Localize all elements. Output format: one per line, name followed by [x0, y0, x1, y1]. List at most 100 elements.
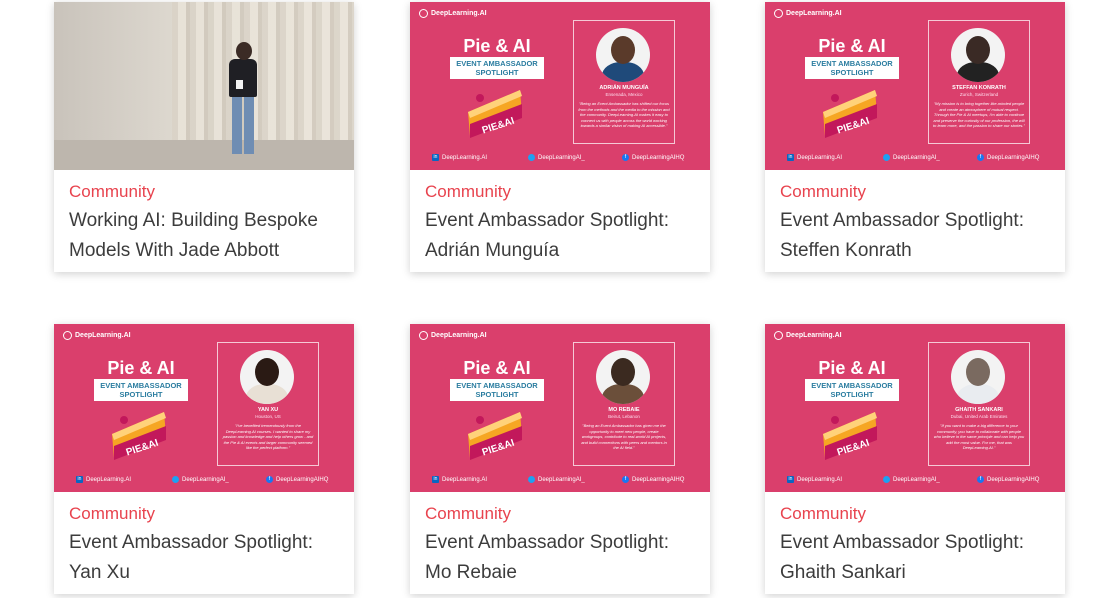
ambassador-name: STEFFAN KONRATH	[952, 85, 1006, 91]
twitter-handle: DeepLearningAI_	[893, 154, 940, 161]
article-card[interactable]: DeepLearning.AI Pie & AI EVENT AMBASSADO…	[54, 324, 354, 594]
article-card[interactable]: Community Working AI: Building Bespoke M…	[54, 2, 354, 272]
article-title[interactable]: Event Ambassador Spotlight: Steffen Konr…	[780, 206, 1050, 266]
article-category[interactable]: Community	[69, 182, 339, 202]
facebook-handle: DeepLearningAIHQ	[987, 476, 1040, 483]
ambassador-quote: "My mission is to bring together like-mi…	[933, 101, 1025, 128]
ambassador-avatar	[596, 28, 650, 82]
linkedin-handle: DeepLearning.AI	[86, 476, 132, 483]
brand-mark: DeepLearning.AI	[419, 9, 487, 18]
stage-floor	[54, 140, 354, 170]
article-category[interactable]: Community	[425, 504, 695, 524]
article-thumbnail-promo[interactable]: DeepLearning.AI Pie & AI EVENT AMBASSADO…	[765, 2, 1065, 170]
pie-slice-icon: PIE&AI	[112, 412, 166, 460]
ambassador-name: YAN XU	[257, 407, 279, 413]
social-row: in DeepLearning.AI DeepLearningAI_ f DeepL…	[765, 476, 1065, 486]
article-card[interactable]: DeepLearning.AI Pie & AI EVENT AMBASSADO…	[410, 324, 710, 594]
facebook-handle: DeepLearningAIHQ	[276, 476, 329, 483]
ambassador-avatar	[951, 28, 1005, 82]
article-thumbnail-promo[interactable]: DeepLearning.AI Pie & AI EVENT AMBASSADO…	[54, 324, 354, 492]
article-thumbnail-promo[interactable]: DeepLearning.AI Pie & AI EVENT AMBASSADO…	[765, 324, 1065, 492]
brand-mark: DeepLearning.AI	[774, 331, 842, 340]
deeplearning-logo-icon	[63, 331, 72, 340]
article-thumbnail-promo[interactable]: DeepLearning.AI Pie & AI EVENT AMBASSADO…	[410, 2, 710, 170]
ambassador-location: Zurich, Switzerland	[959, 92, 999, 97]
brand-name: DeepLearning.AI	[431, 10, 487, 17]
article-category[interactable]: Community	[780, 182, 1050, 202]
twitter-icon	[883, 154, 890, 161]
linkedin-icon: in	[432, 154, 439, 161]
ambassador-location: Ensenada, Mexico	[605, 92, 643, 97]
deeplearning-logo-icon	[774, 9, 783, 18]
brand-mark: DeepLearning.AI	[774, 9, 842, 18]
twitter-handle: DeepLearningAI_	[893, 476, 940, 483]
article-title[interactable]: Event Ambassador Spotlight: Ghaith Sanka…	[780, 528, 1050, 588]
brand-name: DeepLearning.AI	[786, 10, 842, 17]
promo-heading: Pie & AI	[463, 36, 531, 56]
social-row: in DeepLearning.AI DeepLearningAI_ f DeepL…	[410, 476, 710, 486]
promo-heading: Pie & AI	[818, 358, 886, 378]
facebook-icon: f	[622, 154, 629, 161]
promo-tag: EVENT AMBASSADOR SPOTLIGHT	[94, 379, 188, 401]
linkedin-icon: in	[76, 476, 83, 483]
article-title[interactable]: Event Ambassador Spotlight: Adrián Mungu…	[425, 206, 695, 266]
ambassador-avatar	[951, 350, 1005, 404]
article-title[interactable]: Event Ambassador Spotlight: Yan Xu	[69, 528, 339, 588]
promo-tag: EVENT AMBASSADOR SPOTLIGHT	[450, 379, 544, 401]
ambassador-location: Dubai, United Arab Emirates	[950, 414, 1008, 419]
linkedin-handle: DeepLearning.AI	[442, 154, 488, 161]
speaker-badge	[236, 80, 243, 89]
linkedin-icon: in	[432, 476, 439, 483]
linkedin-handle: DeepLearning.AI	[442, 476, 488, 483]
ambassador-location: Beirut, Lebanon	[608, 414, 640, 419]
article-title[interactable]: Working AI: Building Bespoke Models With…	[69, 206, 339, 266]
facebook-handle: DeepLearningAIHQ	[987, 154, 1040, 161]
deeplearning-logo-icon	[419, 331, 428, 340]
twitter-icon	[172, 476, 179, 483]
article-category[interactable]: Community	[780, 504, 1050, 524]
avatar-shoulders	[602, 62, 644, 82]
promo-tag: EVENT AMBASSADOR SPOTLIGHT	[805, 57, 899, 79]
ambassador-quote: "If you want to make a big difference to…	[933, 423, 1025, 450]
promo-heading: Pie & AI	[818, 36, 886, 56]
article-card[interactable]: DeepLearning.AI Pie & AI EVENT AMBASSADO…	[765, 2, 1065, 272]
avatar-head	[611, 36, 635, 64]
linkedin-handle: DeepLearning.AI	[797, 154, 843, 161]
pie-slice-icon: PIE&AI	[823, 90, 877, 138]
article-card[interactable]: DeepLearning.AI Pie & AI EVENT AMBASSADO…	[765, 324, 1065, 594]
deeplearning-logo-icon	[419, 9, 428, 18]
article-thumbnail-promo[interactable]: DeepLearning.AI Pie & AI EVENT AMBASSADO…	[410, 324, 710, 492]
facebook-icon: f	[977, 476, 984, 483]
ambassador-quote: "I've benefited tremendously from the De…	[222, 423, 314, 450]
speaker-head	[236, 42, 252, 60]
avatar-shoulders	[957, 384, 999, 404]
twitter-icon	[883, 476, 890, 483]
avatar-head	[966, 358, 990, 386]
avatar-head	[255, 358, 279, 386]
pie-slice-icon: PIE&AI	[468, 90, 522, 138]
ambassador-name: ADRIÁN MUNGUÍA	[599, 85, 649, 91]
twitter-icon	[528, 154, 535, 161]
ambassador-name: MO REBAIE	[608, 407, 640, 413]
promo-tag: EVENT AMBASSADOR SPOTLIGHT	[805, 379, 899, 401]
deeplearning-logo-icon	[774, 331, 783, 340]
article-title[interactable]: Event Ambassador Spotlight: Mo Rebaie	[425, 528, 695, 588]
article-thumbnail-photo[interactable]	[54, 2, 354, 170]
brand-name: DeepLearning.AI	[75, 332, 131, 339]
speaker-body	[229, 59, 257, 97]
avatar-shoulders	[246, 384, 288, 404]
facebook-icon: f	[977, 154, 984, 161]
article-category[interactable]: Community	[69, 504, 339, 524]
twitter-icon	[528, 476, 535, 483]
promo-heading: Pie & AI	[107, 358, 175, 378]
ambassador-name: GHAITH SANKARI	[955, 407, 1003, 413]
speaker-legs	[232, 96, 254, 154]
article-category[interactable]: Community	[425, 182, 695, 202]
pie-slice-icon: PIE&AI	[823, 412, 877, 460]
social-row: in DeepLearning.AI DeepLearningAI_ f DeepL…	[54, 476, 354, 486]
facebook-icon: f	[266, 476, 273, 483]
avatar-head	[611, 358, 635, 386]
ambassador-location: Houston, US	[255, 414, 281, 419]
ambassador-avatar	[240, 350, 294, 404]
article-card[interactable]: DeepLearning.AI Pie & AI EVENT AMBASSADO…	[410, 2, 710, 272]
